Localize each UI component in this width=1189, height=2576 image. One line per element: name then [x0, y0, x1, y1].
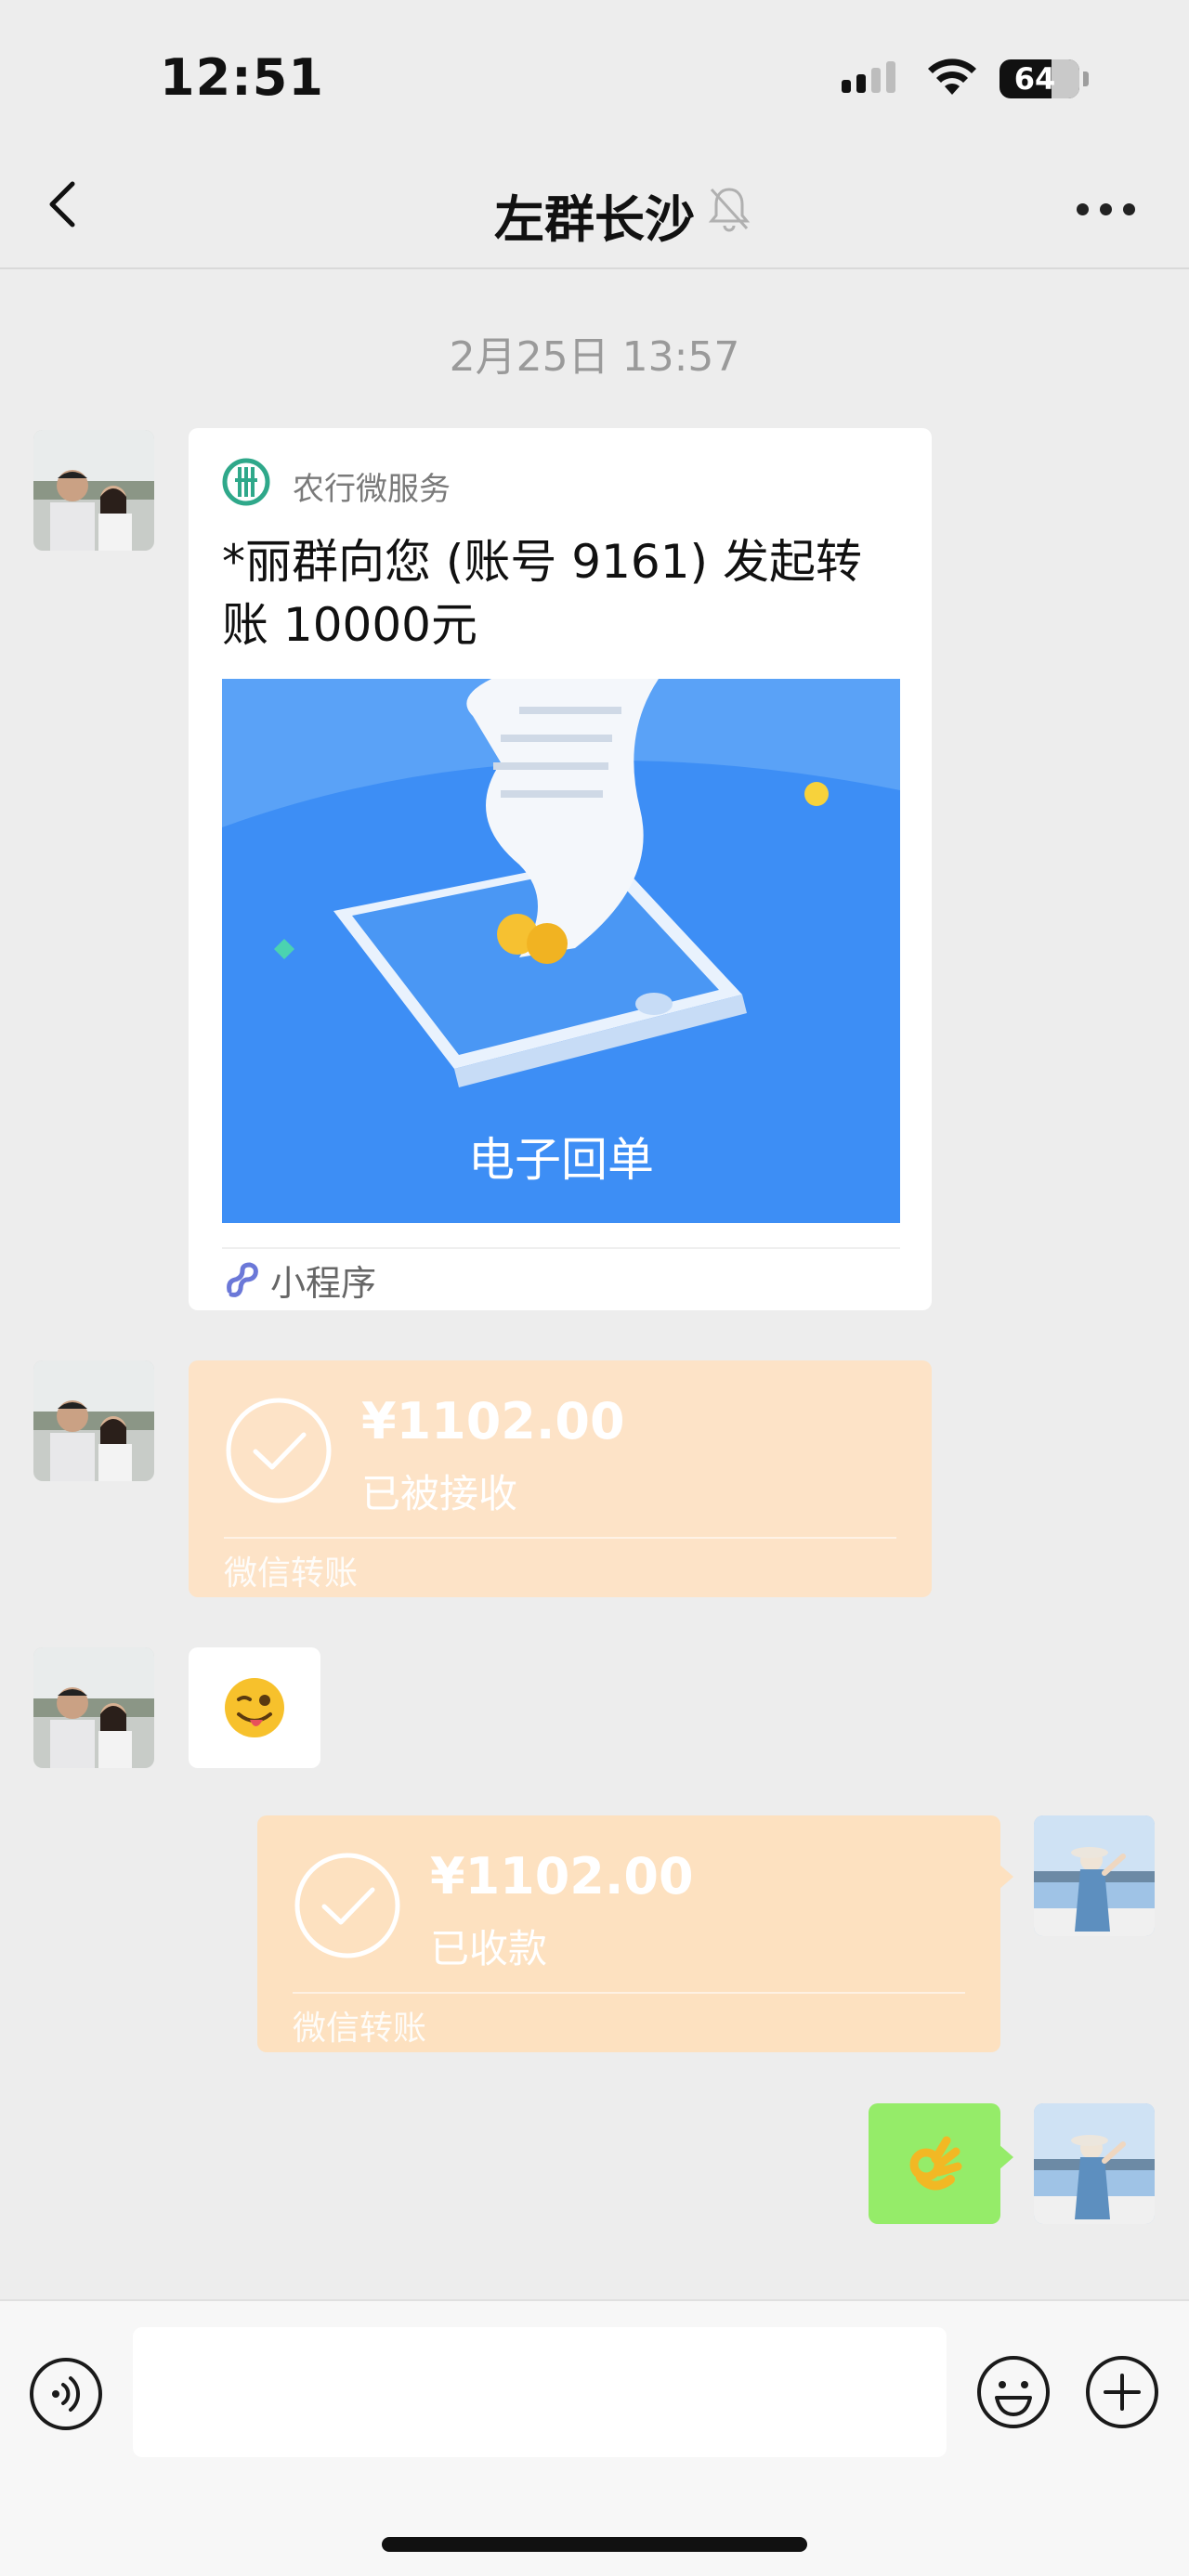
battery-level: 64 — [1013, 61, 1056, 97]
transfer-amount: ¥1102.00 — [361, 1392, 625, 1451]
ok-hand-emoji-icon — [909, 2136, 962, 2191]
status-time: 12:51 — [160, 48, 324, 107]
winking-tongue-emoji-icon — [225, 1678, 284, 1737]
divider — [224, 1537, 896, 1539]
transfer-status: 已收款 — [430, 1926, 548, 1971]
mute-bell-icon — [708, 188, 751, 232]
avatar-couple[interactable] — [33, 1360, 154, 1481]
avatar-self[interactable] — [1034, 1815, 1155, 1936]
message-input-bar — [0, 2299, 1189, 2576]
wifi-icon — [928, 59, 976, 95]
mini-program-footer: 小程序 — [222, 1247, 900, 1310]
mini-program-source: 农行微服务 — [293, 471, 451, 508]
abc-bank-logo-icon — [222, 458, 270, 506]
mini-program-card[interactable]: 农行微服务 *丽群向您 (账号 9161) 发起转账 10000元 电子回单 小… — [189, 428, 932, 1310]
battery-icon: 64 — [1000, 59, 1089, 98]
mini-program-title: *丽群向您 (账号 9161) 发起转账 10000元 — [222, 535, 862, 652]
emoji-message-bubble-sent[interactable] — [869, 2103, 1013, 2224]
divider — [293, 1992, 965, 1994]
voice-input-icon[interactable] — [28, 2356, 104, 2432]
avatar-couple[interactable] — [33, 1647, 154, 1768]
transfer-card-sent[interactable]: ¥1102.00 已收款 微信转账 — [257, 1815, 1013, 2052]
check-circle-icon — [226, 1398, 332, 1503]
chat-header: 左群长沙 — [0, 139, 1189, 269]
avatar-self[interactable] — [1034, 2103, 1155, 2224]
mini-program-icon — [227, 1262, 258, 1297]
home-indicator — [382, 2537, 807, 2552]
more-functions-plus-icon[interactable] — [1083, 2353, 1161, 2431]
cellular-signal-icon — [842, 61, 895, 93]
avatar-couple[interactable] — [33, 430, 154, 551]
message-input[interactable] — [133, 2327, 947, 2457]
transfer-card-received[interactable]: ¥1102.00 已被接收 微信转账 — [189, 1360, 932, 1597]
more-options-button[interactable] — [1068, 195, 1143, 223]
mini-program-label: 小程序 — [270, 1262, 377, 1304]
transfer-brand: 微信转账 — [293, 2010, 427, 2048]
receipt-illustration: 电子回单 — [222, 679, 900, 1223]
emoji-message-bubble[interactable] — [189, 1647, 320, 1768]
receipt-caption: 电子回单 — [468, 1133, 654, 1187]
check-circle-icon — [294, 1853, 400, 1958]
chat-title: 左群长沙 — [494, 190, 695, 249]
emoji-picker-icon[interactable] — [974, 2353, 1052, 2431]
message-timestamp: 2月25日 13:57 — [449, 333, 740, 381]
transfer-amount: ¥1102.00 — [430, 1847, 694, 1906]
transfer-status: 已被接收 — [361, 1471, 518, 1516]
transfer-brand: 微信转账 — [224, 1555, 359, 1593]
status-bar: 12:51 64 — [0, 0, 1189, 139]
